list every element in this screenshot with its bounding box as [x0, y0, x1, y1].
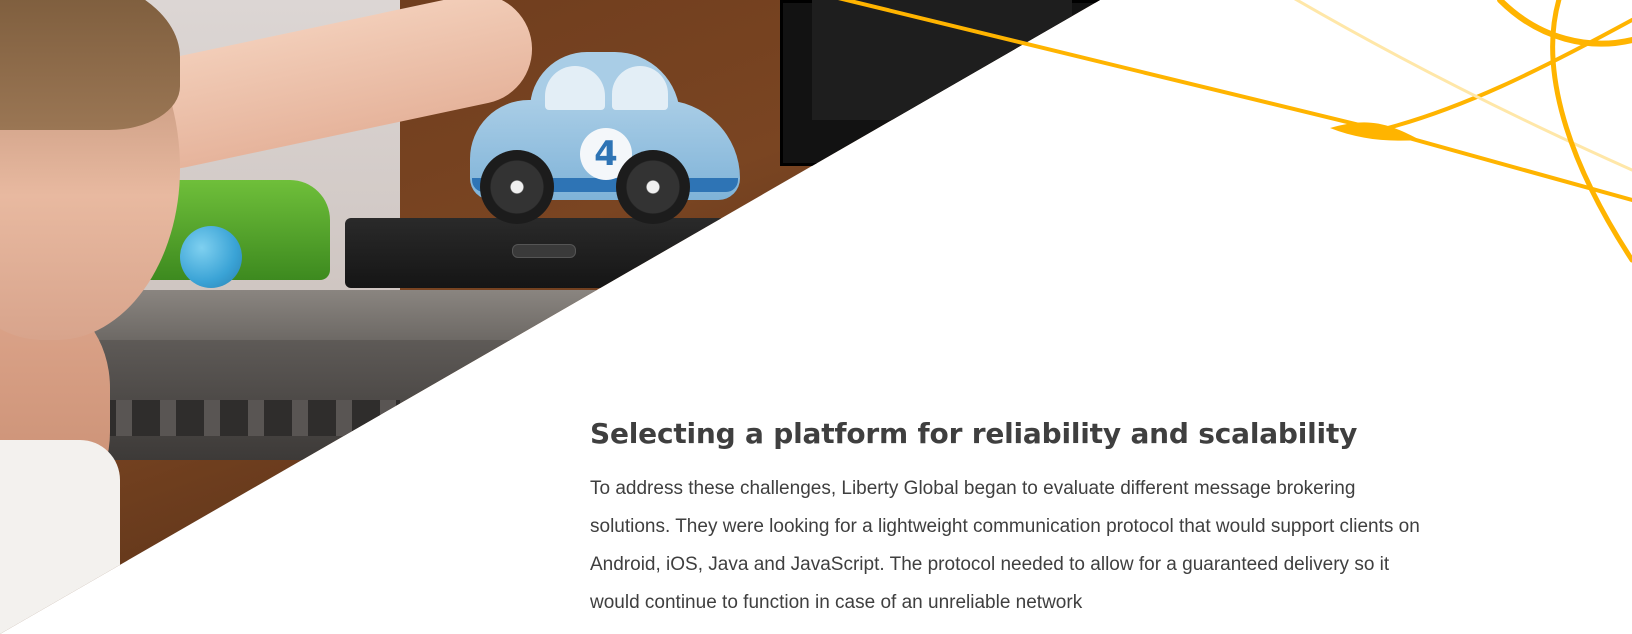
- deco-line-2: [1378, 18, 1632, 132]
- section-heading: Selecting a platform for reliability and…: [590, 417, 1358, 450]
- deco-node: [1330, 122, 1420, 141]
- content-section: Selecting a platform for reliability and…: [590, 414, 1430, 622]
- deco-line-5: [1497, 0, 1632, 47]
- deco-line-1: [837, 0, 1632, 202]
- page: 4 Selecting a platform for reliability a…: [0, 0, 1632, 634]
- deco-line-3: [1293, 0, 1632, 172]
- section-paragraph: To address these challenges, Liberty Glo…: [590, 478, 1420, 613]
